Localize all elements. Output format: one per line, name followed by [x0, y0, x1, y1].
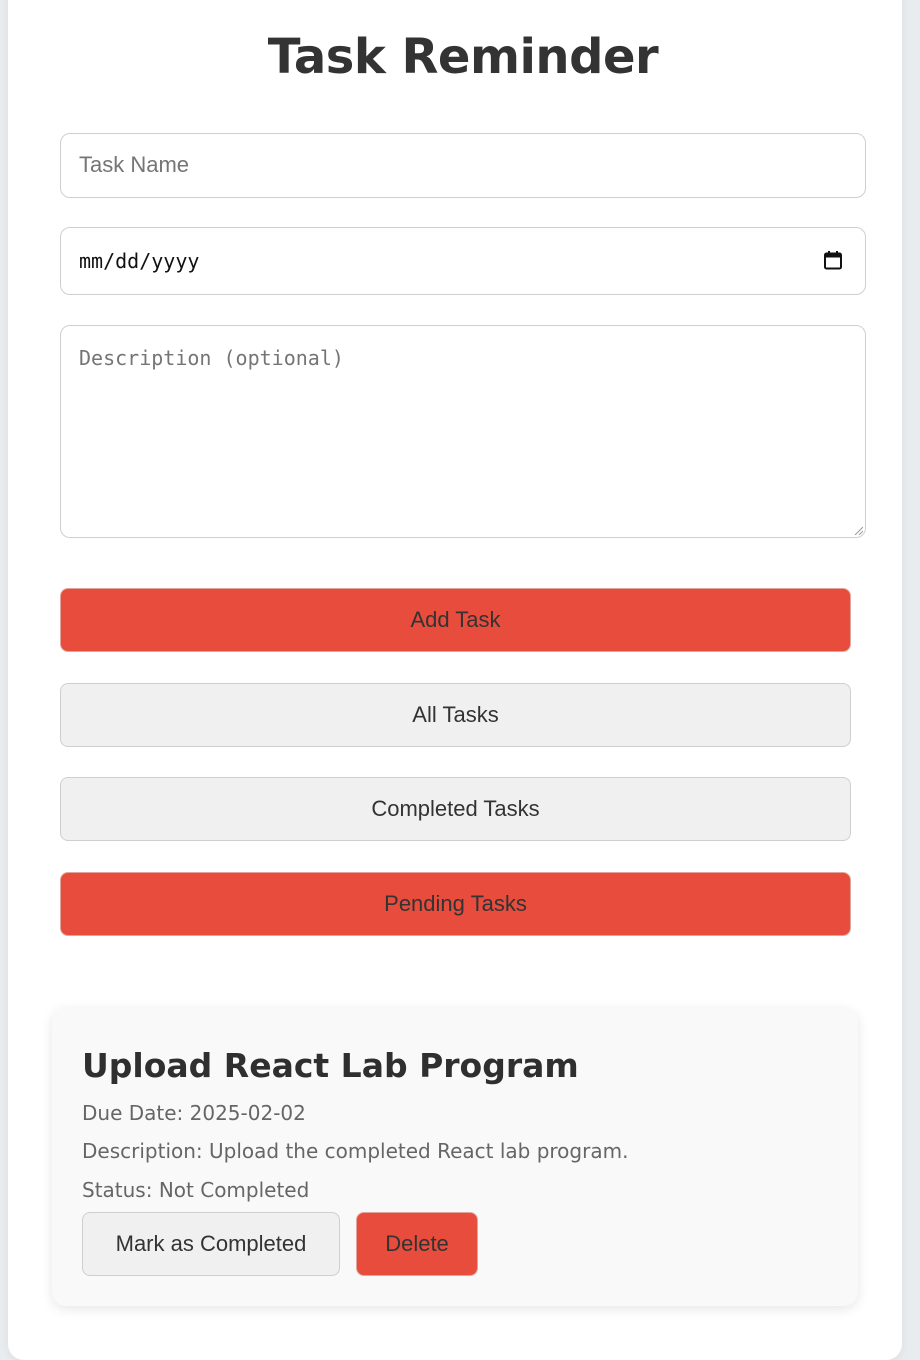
page-title: Task Reminder	[267, 29, 659, 85]
task-title: Upload React Lab Program	[82, 1046, 579, 1085]
resize-grip-icon[interactable]	[853, 525, 863, 535]
delete-task-button[interactable]: Delete	[356, 1212, 478, 1276]
filter-all-tasks-button[interactable]: All Tasks	[60, 683, 851, 747]
task-status: Status: Not Completed	[82, 1178, 310, 1202]
task-name-input[interactable]: Task Name	[60, 133, 866, 198]
due-date-input[interactable]: mm/dd/yyyy	[60, 227, 866, 295]
description-textarea[interactable]: Description (optional)	[60, 325, 866, 538]
add-task-button[interactable]: Add Task	[60, 588, 851, 652]
due-date-placeholder: mm/dd/yyyy	[79, 249, 200, 273]
description-placeholder: Description (optional)	[79, 346, 344, 370]
task-due-date: Due Date: 2025-02-02	[82, 1101, 306, 1125]
filter-completed-tasks-button[interactable]: Completed Tasks	[60, 777, 851, 841]
task-card: Upload React Lab Program Due Date: 2025-…	[52, 1008, 858, 1306]
calendar-icon[interactable]	[823, 250, 843, 270]
task-description: Description: Upload the completed React …	[82, 1139, 629, 1163]
mark-as-completed-button[interactable]: Mark as Completed	[82, 1212, 340, 1276]
filter-pending-tasks-button[interactable]: Pending Tasks	[60, 872, 851, 936]
task-name-placeholder: Task Name	[79, 152, 190, 177]
